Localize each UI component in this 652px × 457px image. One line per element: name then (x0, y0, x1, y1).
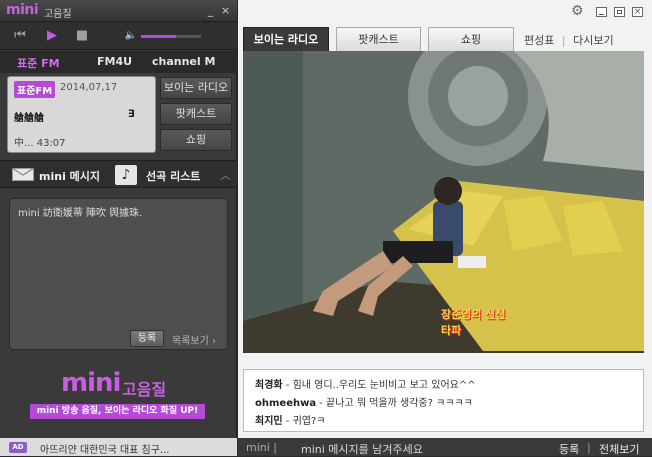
title-bar: mini 고음질 _ × (0, 0, 237, 22)
tab-song-list[interactable]: 선곡 리스트 (146, 168, 200, 184)
program-status: 中... 43:07 (14, 138, 66, 149)
chat-message: - 끝나고 뭐 먹을까 생각중? ㅋㅋㅋㅋ (316, 398, 473, 409)
replay-link[interactable]: 다시보기 (573, 34, 613, 47)
volume-slider[interactable] (141, 35, 201, 38)
player-controls: ⏮ ▶ ■ 🔈 (0, 22, 237, 50)
tab-shopping[interactable]: 쇼핑 (428, 27, 514, 51)
chat-message: - 귀엽?ㅋ (282, 416, 326, 427)
bottom-input-bar: mini | mini 메시지를 남겨주세요 등록 | 전체보기 (238, 438, 652, 456)
visible-radio-button[interactable]: 보이는 라디오 (160, 77, 232, 99)
settings-icon[interactable]: ⚙ (571, 3, 584, 19)
chevron-up-icon[interactable]: ︿ (220, 167, 231, 183)
close-icon[interactable]: × (632, 7, 643, 17)
chat-user: ohmeehwa (255, 398, 317, 409)
tab-podcast[interactable]: 팟캐스트 (336, 27, 421, 51)
message-tabs: mini 메시지 ♪ 선곡 리스트 ︿ (0, 160, 237, 188)
close-button[interactable]: × (219, 4, 232, 17)
channel-badge: 표준FM (14, 81, 56, 98)
channel-bar: 표준 FM FM4U channel M (0, 51, 237, 73)
chat-message: - 힘내 영디..우리도 눈비비고 보고 있어요^^ (282, 380, 476, 391)
program-mark: ∃ (128, 109, 135, 120)
now-playing-panel: 표준FM 2014,07,17 艙艙艙 ∃ 中... 43:07 (7, 76, 156, 153)
promo-subtitle: 고음질 (122, 380, 167, 399)
minimize-button[interactable]: _ (204, 4, 217, 17)
message-box[interactable]: mini 訪衛媛蒂 陣吹 舆據珠. 등록 목록보기 › (9, 198, 228, 350)
prev-button[interactable]: ⏮ (10, 28, 30, 44)
right-links: 편성표 | 다시보기 (524, 32, 614, 48)
ad-text[interactable]: 아뜨리얀 대한민국 대표 침구... (40, 441, 169, 456)
video-overlay-text: 장준영의 신신타파 (441, 308, 506, 337)
chat-user: 최경화 (255, 380, 283, 391)
tab-mini-message[interactable]: mini 메시지 (39, 168, 100, 184)
shopping-button[interactable]: 쇼핑 (160, 129, 232, 151)
bottom-separator: | (587, 441, 591, 454)
app-subtitle: 고음질 (44, 9, 72, 20)
channel-fm4u[interactable]: FM4U (97, 55, 132, 68)
chat-panel: 최경화 - 힘내 영디..우리도 눈비비고 보고 있어요^^ ohmeehwa … (243, 369, 644, 432)
view-all-link[interactable]: 전체보기 (599, 441, 639, 457)
volume-icon[interactable]: 🔈 (123, 28, 139, 44)
message-text: mini 訪衛媛蒂 陣吹 舆據珠. (18, 208, 143, 219)
play-button[interactable]: ▶ (42, 28, 62, 44)
chat-line: 최경화 - 힘내 영디..우리도 눈비비고 보고 있어요^^ (255, 376, 476, 391)
ad-badge: AD (9, 442, 27, 453)
broadcast-date: 2014,07,17 (60, 82, 118, 93)
right-title-bar: ⚙ × (238, 0, 652, 25)
maximize-icon[interactable] (614, 7, 625, 17)
left-panel: mini 고음질 _ × ⏮ ▶ ■ 🔈 표준 FM FM4U channel … (0, 0, 237, 456)
video-player[interactable]: 장준영의 신신타파 (243, 51, 644, 353)
register-button[interactable]: 등록 (130, 330, 164, 347)
podcast-button[interactable]: 팟캐스트 (160, 103, 232, 125)
app-window: mini 고음질 _ × ⏮ ▶ ■ 🔈 표준 FM FM4U channel … (0, 0, 652, 456)
list-view-link[interactable]: 목록보기 › (172, 332, 216, 347)
bottom-prefix: mini | (246, 441, 278, 454)
channel-m[interactable]: channel M (152, 55, 215, 68)
chat-user: 최지민 (255, 416, 283, 427)
envelope-icon (12, 168, 34, 181)
music-note-icon: ♪ (115, 165, 137, 185)
ad-bar[interactable]: AD 아뜨리얀 대한민국 대표 침구... (0, 438, 237, 456)
chat-line: 최지민 - 귀엽?ㅋ (255, 412, 325, 427)
message-input[interactable]: mini 메시지를 남겨주세요 (301, 441, 423, 457)
minimize-icon[interactable] (596, 7, 607, 17)
right-panel: ⚙ × 보이는 라디오 팟캐스트 쇼핑 편성표 | 다시보기 장준영의 신신타파… (238, 0, 652, 456)
stop-button[interactable]: ■ (72, 28, 92, 44)
bottom-register-button[interactable]: 등록 (559, 441, 579, 457)
program-title: 艙艙艙 (14, 113, 44, 124)
volume-fill (141, 35, 176, 38)
tab-visible-radio[interactable]: 보이는 라디오 (243, 27, 329, 51)
promo-logo: mini (61, 368, 121, 398)
schedule-link[interactable]: 편성표 (524, 34, 554, 47)
channel-standard-fm[interactable]: 표준 FM (17, 55, 60, 71)
promo-banner[interactable]: mini 방송 음질, 보이는 라디오 화질 UP! (30, 404, 205, 419)
app-logo: mini (6, 2, 39, 18)
chat-line: ohmeehwa - 끝나고 뭐 먹을까 생각중? ㅋㅋㅋㅋ (255, 394, 473, 409)
link-separator: | (561, 34, 566, 47)
